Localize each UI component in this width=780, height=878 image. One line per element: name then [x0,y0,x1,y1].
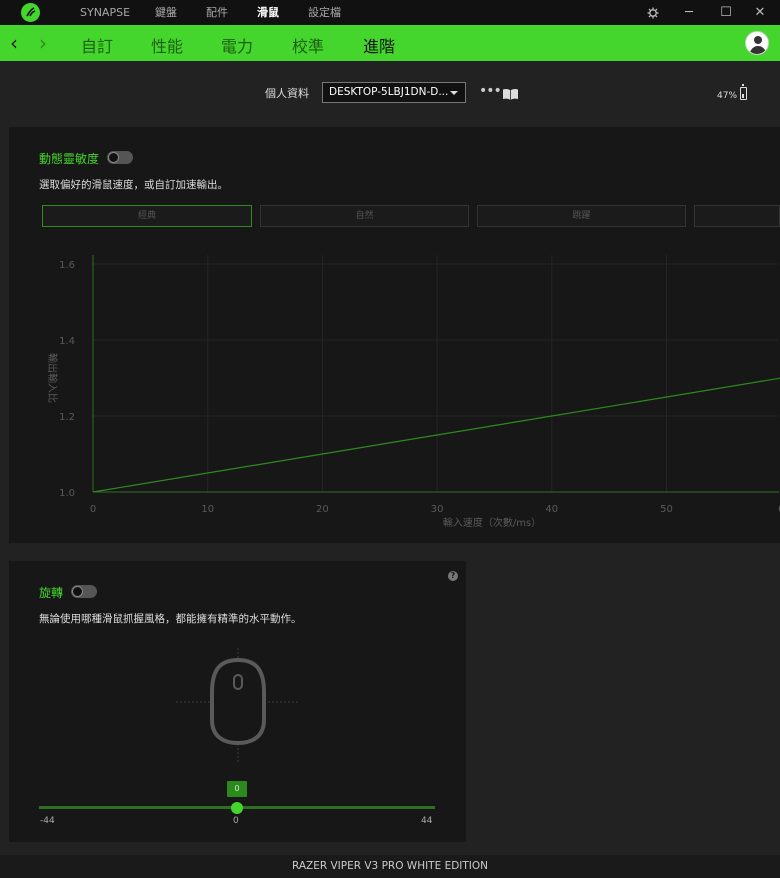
chart-y-tick: 1.4 [59,336,75,347]
rotation-slider-value: 0 [227,781,247,797]
rotation-slider-min: -44 [40,816,55,826]
chart-y-tick: 1.0 [59,488,75,499]
help-icon[interactable]: ? [448,571,458,581]
chart-x-tick: 20 [316,504,329,515]
chart-x-tick: 0 [90,504,96,515]
chart-y-tick: 1.6 [59,260,75,271]
chart-x-tick: 40 [545,504,558,515]
chart-series-line [92,377,780,493]
chart-x-tick: 10 [201,504,214,515]
rotation-slider-handle[interactable] [231,802,243,814]
rotation-toggle[interactable] [71,585,97,598]
chart-y-axis-label: 輸出輸入比 [46,353,59,403]
chart-x-axis-label: 輸入速度（次數/ms） [443,516,541,529]
chart-x-tick: 50 [660,504,673,515]
rotation-title: 旋轉 [39,586,64,600]
rotation-description: 無論使用哪種滑鼠抓握風格，都能擁有精準的水平動作。 [39,613,302,625]
rotation-slider-max: 44 [421,816,433,826]
mouse-rotation-preview-icon [176,648,300,763]
device-name-footer: RAZER VIPER V3 PRO WHITE EDITION [0,855,780,878]
rotation-slider-mid: 0 [233,816,239,826]
chart-x-tick: 30 [431,504,444,515]
chart-y-tick: 1.2 [59,412,75,423]
sensitivity-curve-chart[interactable]: 0102030405061.01.21.41.6 輸入速度（次數/ms） 輸出輸… [0,0,780,545]
